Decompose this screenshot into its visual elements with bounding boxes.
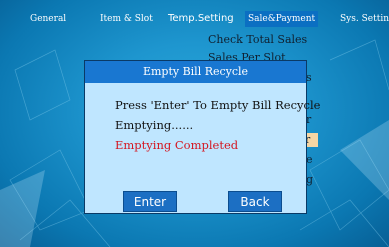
tab-item-slot[interactable]: Item & Slot (100, 11, 153, 27)
tab-general[interactable]: General (30, 11, 66, 27)
top-tab-bar: General Item & Slot Temp.Setting Sale&Pa… (0, 11, 389, 27)
machine-screen: General Item & Slot Temp.Setting Sale&Pa… (0, 0, 389, 247)
emptying-status: Emptying...... (115, 118, 194, 132)
tab-sys-setting[interactable]: Sys. Setting (340, 11, 389, 27)
menu-item-partial[interactable]: g (306, 173, 313, 187)
empty-bill-recycle-dialog: Empty Bill Recycle Press 'Enter' To Empt… (84, 60, 320, 214)
enter-button[interactable]: Enter (123, 191, 177, 212)
menu-item-check-total-sales[interactable]: Check Total Sales (208, 33, 307, 47)
tab-temp-setting[interactable]: Temp.Setting (168, 11, 234, 27)
dialog-title: Empty Bill Recycle (85, 61, 306, 83)
instruction-text: Press 'Enter' To Empty Bill Recycle (115, 98, 321, 112)
completed-status: Emptying Completed (115, 138, 239, 152)
tab-sale-payment[interactable]: Sale&Payment (245, 11, 319, 27)
back-button[interactable]: Back (228, 191, 282, 212)
